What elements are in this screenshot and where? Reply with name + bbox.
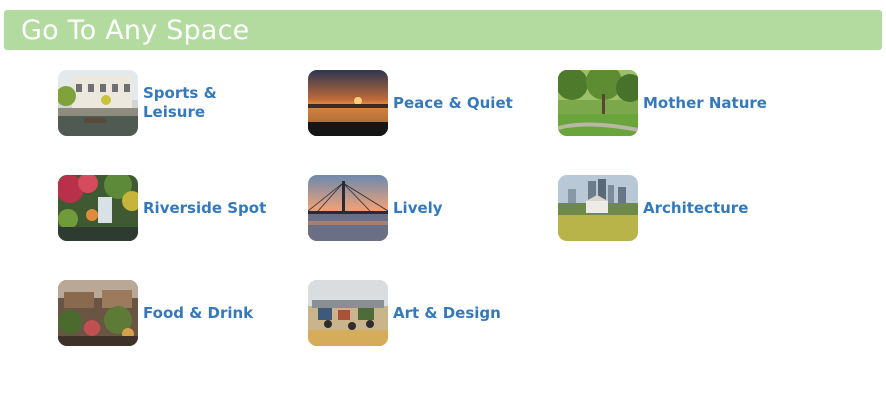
- page-title: Go To Any Space: [21, 14, 250, 46]
- space-label: Art & Design: [393, 303, 501, 322]
- space-link-riverside-spot[interactable]: Riverside Spot: [58, 175, 266, 241]
- page-header: Go To Any Space: [4, 10, 882, 50]
- space-label: Food & Drink: [143, 303, 254, 322]
- space-link-food-drink[interactable]: Food & Drink: [58, 280, 253, 346]
- space-link-mother-nature[interactable]: Mother Nature: [558, 70, 767, 136]
- space-label: Peace & Quiet: [393, 93, 513, 112]
- space-label: Lively: [393, 198, 443, 217]
- food-drink-thumbnail: [58, 280, 138, 346]
- space-label: Mother Nature: [643, 93, 767, 112]
- space-link-sports-leisure[interactable]: Sports & Leisure: [58, 70, 233, 136]
- peace-quiet-thumbnail: [308, 70, 388, 136]
- space-label: Architecture: [643, 198, 749, 217]
- art-design-thumbnail: [308, 280, 388, 346]
- space-label: Sports & Leisure: [143, 84, 217, 121]
- space-link-art-design[interactable]: Art & Design: [308, 280, 501, 346]
- architecture-thumbnail: [558, 175, 638, 241]
- riverside-spot-thumbnail: [58, 175, 138, 241]
- lively-thumbnail: [308, 175, 388, 241]
- space-link-architecture[interactable]: Architecture: [558, 175, 748, 241]
- mother-nature-thumbnail: [558, 70, 638, 136]
- space-link-peace-quiet[interactable]: Peace & Quiet: [308, 70, 513, 136]
- space-label: Riverside Spot: [143, 198, 267, 217]
- space-link-lively[interactable]: Lively: [308, 175, 443, 241]
- sports-leisure-thumbnail: [58, 70, 138, 136]
